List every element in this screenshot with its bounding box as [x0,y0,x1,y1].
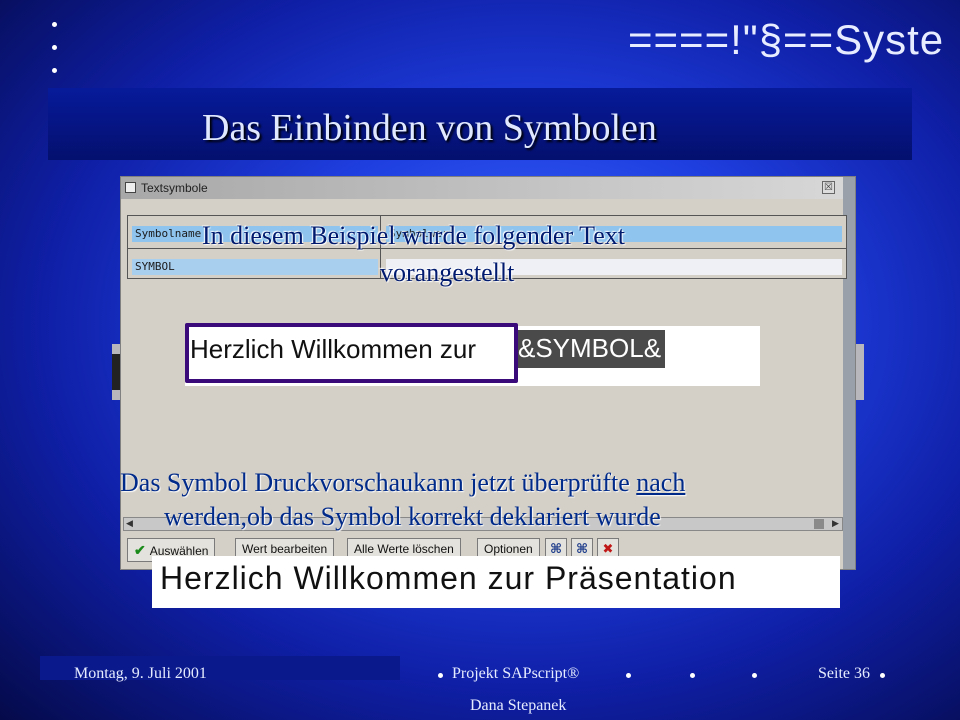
highlight-frame [185,323,518,383]
brand-logo-text: ====!"§==Syste [628,16,945,63]
lower-explanation: Das Symbol Druckvorschaukann jetzt überp… [120,466,820,534]
decor-dot [690,673,695,678]
page-title: Das Einbinden von Symbolen [202,107,657,149]
table-row-symbolname[interactable]: SYMBOL [132,259,378,275]
decor-dot [880,673,885,678]
explanation-line-1: In diesem Beispiel wurde folgender Text [202,221,625,250]
decor-dot [626,673,631,678]
lower-link-nach: nach [636,468,686,497]
explanation-line-2: vorangestellt [380,258,515,287]
lower-line-1: Das Symbol Druckvorschaukann jetzt überp… [120,468,630,497]
lower-line-2: werden,ob das Symbol korrekt deklariert … [164,502,661,531]
decor-dot [52,68,57,73]
decor-dot [52,45,57,50]
footer-project: Projekt SAPscript® [452,665,580,682]
dialog-titlebar: Textsymbole ☒ [121,177,855,199]
decor-dot [752,673,757,678]
dialog-title: Textsymbole [141,181,208,195]
decor-dot [52,22,57,27]
result-text: Herzlich Willkommen zur Präsentation [160,560,737,596]
checkmark-icon: ✔ [134,542,146,558]
footer-page: Seite 36 [818,665,870,682]
footer-author: Dana Stepanek [470,697,567,714]
symbol-selection: &SYMBOL& [514,330,666,368]
dialog-window-icon [125,182,136,193]
close-icon[interactable]: ☒ [822,181,835,194]
decor-dot [438,673,443,678]
scroll-right-icon[interactable]: ▶ [832,518,839,529]
footer-date: Montag, 9. Juli 2001 [74,665,207,682]
